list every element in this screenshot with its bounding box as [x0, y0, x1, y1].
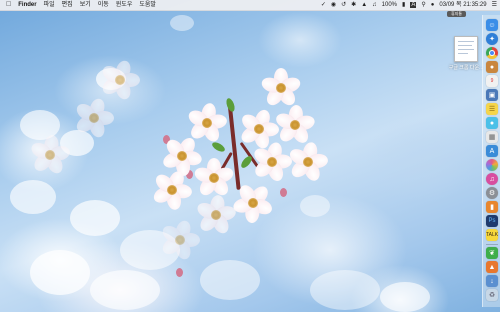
maps-icon[interactable]: ♻ [486, 289, 498, 301]
downloads-icon[interactable]: ↓ [486, 275, 498, 287]
system-preferences-icon[interactable]: ⚙ [486, 187, 498, 199]
desktop-wallpaper [0, 0, 500, 312]
vlc-icon[interactable]: ▲ [486, 261, 498, 273]
photo-app-icon[interactable] [486, 159, 498, 171]
volume-icon[interactable]: ♫ [372, 0, 377, 10]
menu-clock[interactable]: 03/09 목 21:35:29 [439, 0, 486, 10]
wifi-icon[interactable]: ▲ [361, 0, 367, 10]
calendar-icon[interactable]: 9 [486, 75, 498, 87]
desktop-file-label: 구글 크롬 다운... [448, 65, 484, 71]
dock-separator [486, 244, 498, 245]
menu-view[interactable]: 보기 [80, 0, 91, 10]
document-thumbnail-icon [454, 36, 478, 62]
app-store-icon[interactable]: A [486, 145, 498, 157]
input-source[interactable]: A [410, 2, 417, 8]
user-avatar-icon[interactable]: ● [431, 0, 435, 10]
battery-icon[interactable]: ▮ [402, 0, 405, 10]
menu-help[interactable]: 도움말 [139, 0, 156, 10]
kakaotalk-icon[interactable]: TALK [486, 229, 498, 241]
photos-icon[interactable]: ▣ [486, 89, 498, 101]
notification-center-icon[interactable]: ☰ [492, 0, 497, 10]
spotlight-search-icon[interactable]: ⚲ [421, 0, 425, 10]
evernote-icon[interactable]: ❦ [486, 247, 498, 259]
photoshop-icon[interactable]: Ps [486, 215, 498, 227]
notes-icon[interactable]: ☰ [486, 103, 498, 115]
shield-status-icon[interactable]: ◉ [331, 0, 336, 10]
menu-file[interactable]: 파일 [44, 0, 55, 10]
battery-percent[interactable]: 100% [382, 0, 397, 10]
menu-bar:  Finder 파일 편집 보기 이동 윈도우 도움말 ✓ ◉ ↺ ✱ ▲ ♫… [0, 0, 500, 11]
safari-icon[interactable]: ✦ [486, 33, 498, 45]
ibooks-icon[interactable]: ▮ [486, 201, 498, 213]
dock-tooltip: 휴지통 [447, 11, 467, 17]
apple-icon[interactable]:  [6, 0, 11, 10]
timemachine-icon[interactable]: ↺ [341, 0, 346, 10]
menu-window[interactable]: 윈도우 [116, 0, 133, 10]
menu-go[interactable]: 이동 [98, 0, 109, 10]
chrome-icon[interactable] [486, 47, 498, 59]
messages-icon[interactable]: ● [486, 117, 498, 129]
menu-edit[interactable]: 편집 [62, 0, 73, 10]
preview-icon[interactable]: ▦ [486, 131, 498, 143]
desktop-file-icon[interactable]: 구글 크롬 다운... [445, 36, 487, 71]
dock: ☺ ✦ ● 9 ▣ ☰ ● ▦ A ♫ ⚙ ▮ Ps TALK ❦ ▲ ↓ ♻ [482, 15, 500, 307]
contacts-icon[interactable]: ● [486, 61, 498, 73]
menu-app-name[interactable]: Finder [18, 0, 36, 10]
bluetooth-icon[interactable]: ✱ [351, 0, 356, 10]
checkmark-status-icon[interactable]: ✓ [321, 0, 326, 10]
finder-icon[interactable]: ☺ [486, 19, 498, 31]
itunes-icon[interactable]: ♫ [486, 173, 498, 185]
